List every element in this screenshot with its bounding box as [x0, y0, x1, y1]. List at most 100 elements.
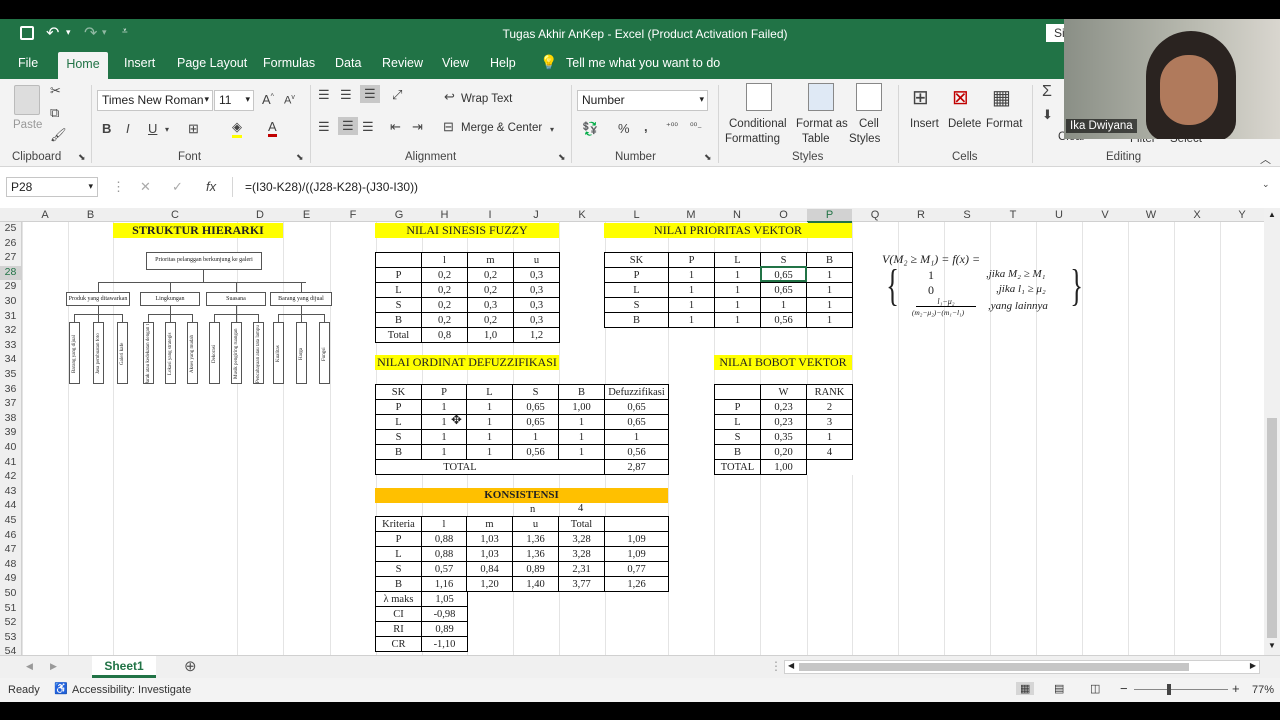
table-cell[interactable]: 1,16 [421, 576, 467, 592]
align-left-icon[interactable]: ☰ [318, 119, 330, 135]
table-cell[interactable]: λ maks [375, 591, 422, 607]
format-as-table-label2[interactable]: Table [802, 133, 830, 145]
table-header-cell[interactable]: L [714, 252, 761, 268]
align-middle-icon[interactable]: ☰ [340, 87, 352, 103]
number-format-dropdown[interactable]: Number ▾ [577, 90, 708, 111]
table-cell[interactable]: 0,89 [512, 561, 559, 577]
table-cell[interactable]: 1,26 [604, 576, 669, 592]
menu-insert[interactable]: Insert [124, 56, 155, 70]
table-header-cell[interactable]: m [466, 516, 513, 532]
table-cell[interactable]: -0,98 [421, 606, 468, 622]
table-cell[interactable]: 1 [714, 282, 761, 298]
table-cell[interactable]: 0,2 [467, 282, 514, 298]
align-center-icon[interactable]: ☰ [338, 117, 358, 135]
menu-view[interactable]: View [442, 56, 469, 70]
table-cell[interactable]: 1 [421, 444, 467, 460]
next-sheet-icon[interactable]: ▶ [50, 661, 57, 672]
font-launcher-icon[interactable]: ⬊ [296, 152, 304, 163]
fill-icon[interactable]: ⬇ [1042, 107, 1053, 123]
format-cells-icon[interactable]: ▦ [992, 85, 1011, 110]
zoom-slider[interactable] [1134, 684, 1228, 695]
table-header-cell[interactable]: l [421, 516, 467, 532]
cut-icon[interactable]: ✂ [50, 83, 61, 99]
table-cell[interactable]: 0,88 [421, 546, 467, 562]
table-cell[interactable]: 3 [806, 414, 853, 430]
table-cell[interactable]: CI [375, 606, 422, 622]
table-cell[interactable]: 0,3 [513, 312, 560, 328]
table-cell[interactable]: 0,77 [604, 561, 669, 577]
table-header-cell[interactable]: L [466, 384, 513, 400]
paste-button[interactable]: Paste [13, 119, 42, 131]
table-header-cell[interactable]: W [760, 384, 807, 400]
table-cell[interactable]: 1 [714, 297, 761, 313]
table-cell[interactable]: 0,35 [760, 429, 807, 445]
table-cell[interactable]: B [375, 576, 422, 592]
table-cell[interactable]: 1,2 [513, 327, 560, 343]
menu-data[interactable]: Data [335, 56, 361, 70]
table-cell[interactable]: RI [375, 621, 422, 637]
table-header-cell[interactable]: B [806, 252, 853, 268]
table-cell[interactable]: 0,2 [467, 267, 514, 283]
table-cell[interactable]: 1,09 [604, 546, 669, 562]
increase-decimal-icon[interactable]: ⁺⁰⁰ [666, 121, 678, 132]
clipboard-launcher-icon[interactable]: ⬊ [78, 152, 86, 163]
cancel-icon[interactable]: ✕ [140, 179, 151, 195]
conditional-formatting-icon[interactable] [746, 83, 772, 111]
table-cell[interactable]: 0,2 [467, 312, 514, 328]
table-cell[interactable]: 0,56 [604, 444, 669, 460]
percent-button[interactable]: % [618, 121, 630, 136]
menu-formulas[interactable]: Formulas [263, 56, 315, 70]
autosum-icon[interactable]: Σ [1042, 83, 1052, 101]
table-header-cell[interactable]: B [558, 384, 605, 400]
scroll-right-icon[interactable]: ▶ [1250, 661, 1256, 670]
insert-cells-icon[interactable]: ⊞ [912, 85, 929, 110]
spreadsheet-grid[interactable]: ABCDEFGHIJKLMNOPQRSTUVWXYZ 2526272829303… [0, 208, 1280, 655]
increase-font-icon[interactable]: A^ [262, 92, 274, 107]
table-cell[interactable]: 1,36 [512, 531, 559, 547]
table-cell[interactable]: 3,28 [558, 546, 605, 562]
table-header-cell[interactable]: u [512, 516, 559, 532]
conditional-formatting-label2[interactable]: Formatting [725, 133, 780, 145]
table-cell[interactable]: 1,00 [558, 399, 605, 415]
table-cell[interactable]: S [714, 429, 761, 445]
table-cell[interactable]: 0,88 [421, 531, 467, 547]
table-cell[interactable]: 1 [512, 429, 559, 445]
table-cell[interactable]: 1,36 [512, 546, 559, 562]
table-cell[interactable]: 0,2 [421, 282, 468, 298]
table-cell[interactable]: 0,65 [604, 414, 669, 430]
selected-cell-cursor[interactable] [760, 266, 807, 282]
underline-button[interactable]: U [148, 121, 157, 136]
insert-cells-button[interactable]: Insert [910, 118, 939, 130]
table-cell[interactable]: 1,20 [466, 576, 513, 592]
table-cell[interactable]: B [714, 444, 761, 460]
add-sheet-icon[interactable]: ⊕ [184, 657, 197, 675]
table-cell[interactable]: 0,23 [760, 414, 807, 430]
table-cell[interactable]: 1 [466, 429, 513, 445]
number-launcher-icon[interactable]: ⬊ [704, 152, 712, 163]
table-cell[interactable]: 0,23 [760, 399, 807, 415]
table-cell[interactable]: P [375, 267, 422, 283]
table-cell[interactable]: 0,56 [760, 312, 807, 328]
accessibility-icon[interactable]: ♿ [54, 682, 68, 695]
menu-review[interactable]: Review [382, 56, 423, 70]
total-value[interactable]: 2,87 [604, 459, 669, 475]
format-cells-button[interactable]: Format [986, 118, 1022, 130]
delete-cells-icon[interactable]: ⊠ [952, 85, 969, 110]
table-cell[interactable]: P [714, 399, 761, 415]
increase-indent-icon[interactable]: ⇥ [412, 119, 423, 135]
decrease-font-icon[interactable]: Av [284, 94, 295, 107]
table-cell[interactable]: 3,77 [558, 576, 605, 592]
menu-help[interactable]: Help [490, 56, 516, 70]
table-cell[interactable]: 1 [466, 399, 513, 415]
table-header-cell[interactable]: SK [604, 252, 669, 268]
table-cell[interactable]: 0,89 [421, 621, 468, 637]
scroll-up-icon[interactable]: ▲ [1268, 210, 1276, 219]
table-header-cell[interactable]: Defuzzifikasi [604, 384, 669, 400]
page-layout-view-icon[interactable]: ▤ [1054, 682, 1064, 695]
table-cell[interactable]: 0,84 [466, 561, 513, 577]
underline-dropdown-icon[interactable]: ▾ [165, 125, 169, 134]
wrap-text-button[interactable]: Wrap Text [461, 93, 512, 105]
table-cell[interactable]: 1 [760, 297, 807, 313]
page-break-view-icon[interactable]: ◫ [1090, 682, 1100, 695]
format-as-table-button[interactable]: Format as [796, 118, 848, 130]
